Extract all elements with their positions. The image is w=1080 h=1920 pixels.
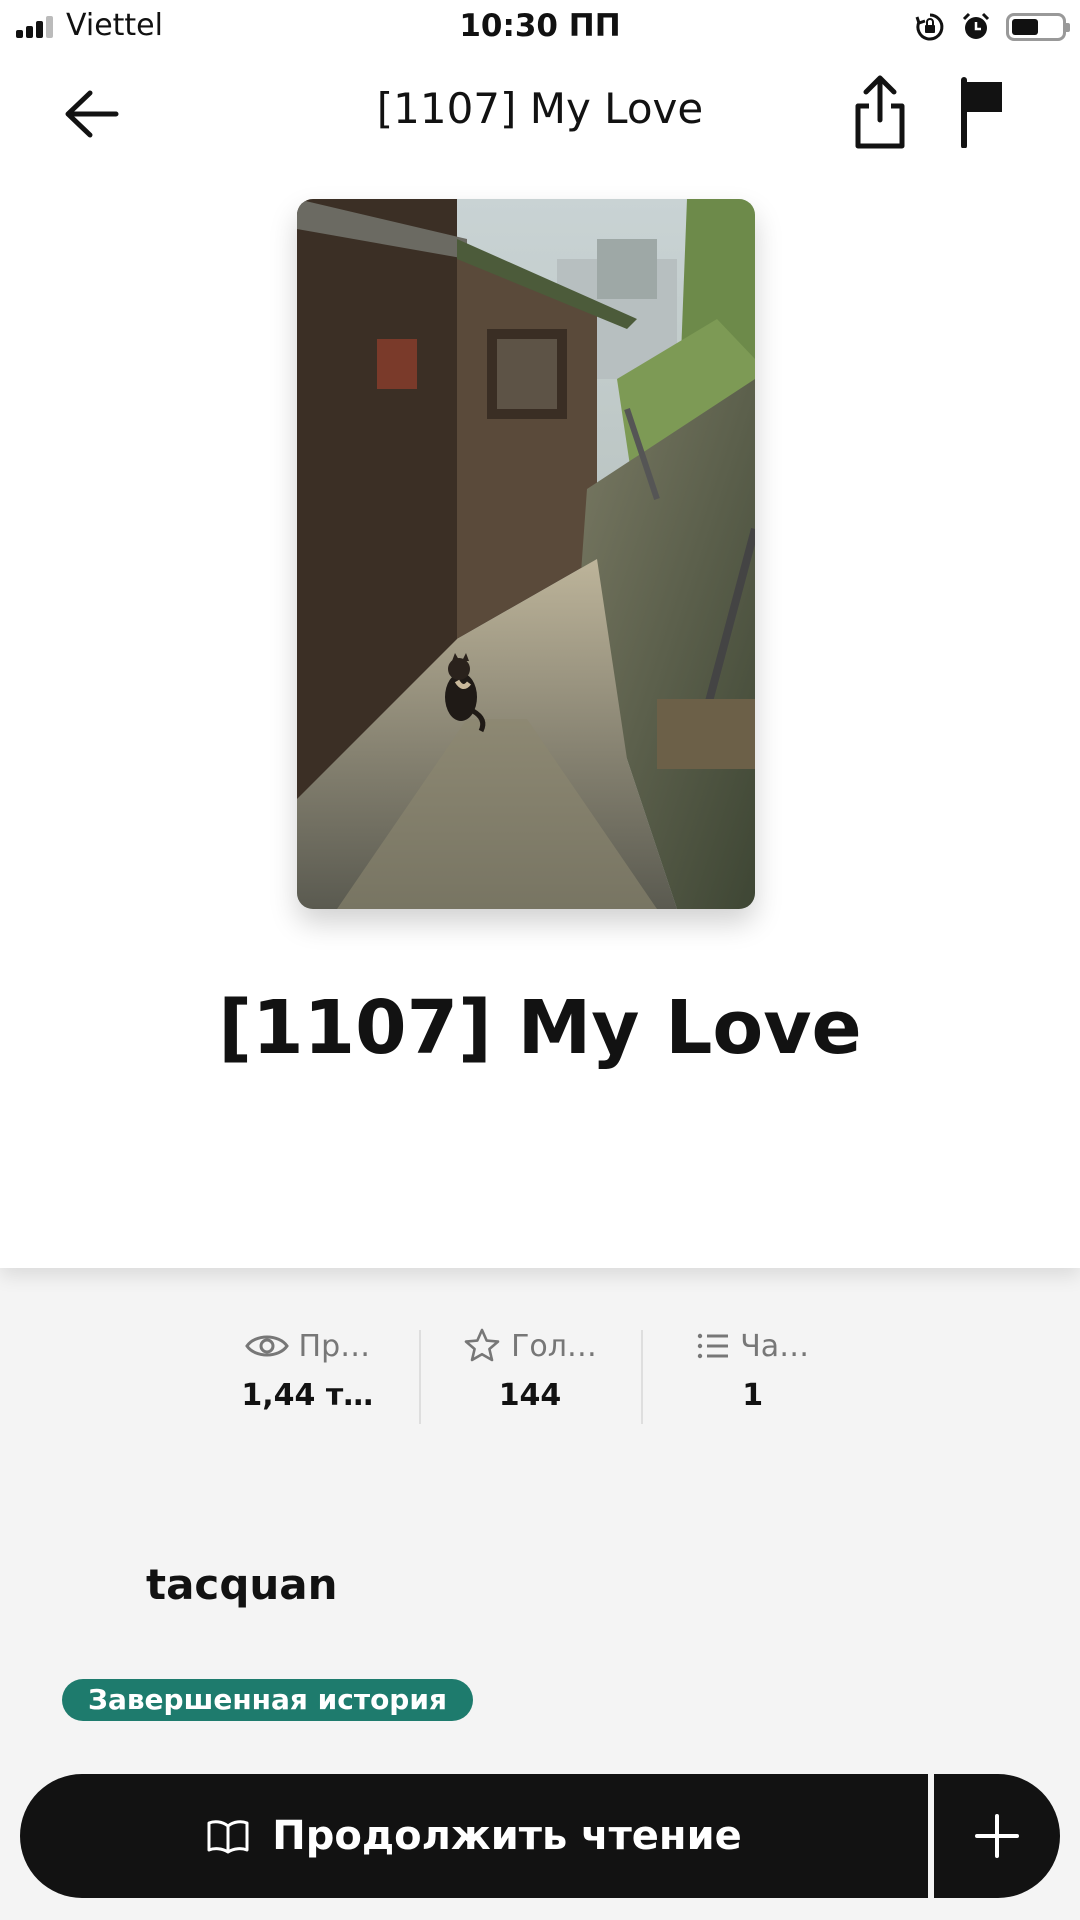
- open-book-icon: [207, 1820, 249, 1854]
- star-icon: [464, 1328, 500, 1362]
- battery-icon: [1006, 13, 1070, 41]
- stat-parts-value: 1: [742, 1378, 764, 1413]
- alley-cat-photo: [297, 199, 755, 909]
- status-bar: Viettel 10:30 ПП: [0, 0, 1080, 56]
- stat-reads: Пр… 1,44 т…: [196, 1318, 419, 1430]
- alarm-icon: [962, 12, 990, 39]
- rotation-lock-icon: [915, 13, 944, 41]
- stat-votes-label: Гол…: [511, 1328, 597, 1364]
- stat-reads-label: Пр…: [298, 1328, 371, 1364]
- story-stats: Пр… 1,44 т… Гол… 144 Ча… 1: [196, 1318, 864, 1430]
- plus-icon: [975, 1814, 1019, 1858]
- share-button[interactable]: [850, 72, 910, 152]
- story-title: [1107] My Love: [218, 985, 862, 1071]
- continue-reading-label: Продолжить чтение: [272, 1813, 742, 1859]
- list-icon: [698, 1333, 729, 1359]
- story-cover-image[interactable]: [297, 199, 755, 909]
- eye-icon: [244, 1335, 289, 1357]
- status-icons: [914, 10, 1070, 44]
- continue-reading-button[interactable]: Продолжить чтение: [20, 1774, 928, 1898]
- nav-bar: [1107] My Love: [0, 56, 1080, 166]
- stat-votes-value: 144: [498, 1378, 562, 1413]
- author-name[interactable]: tacquan: [146, 1560, 338, 1609]
- stat-reads-value: 1,44 т…: [241, 1378, 374, 1413]
- stat-parts: Ча… 1: [641, 1318, 864, 1430]
- nav-title: [1107] My Love: [376, 84, 704, 133]
- arrow-left-icon: [65, 90, 119, 138]
- back-button[interactable]: [56, 78, 128, 150]
- add-to-library-button[interactable]: [934, 1774, 1060, 1898]
- completed-story-badge: Завершенная история: [62, 1679, 473, 1721]
- stat-parts-label: Ча…: [740, 1328, 810, 1364]
- stat-votes: Гол… 144: [418, 1318, 642, 1430]
- share-icon: [855, 75, 905, 149]
- report-button[interactable]: [956, 76, 1010, 149]
- flag-icon: [961, 77, 1002, 149]
